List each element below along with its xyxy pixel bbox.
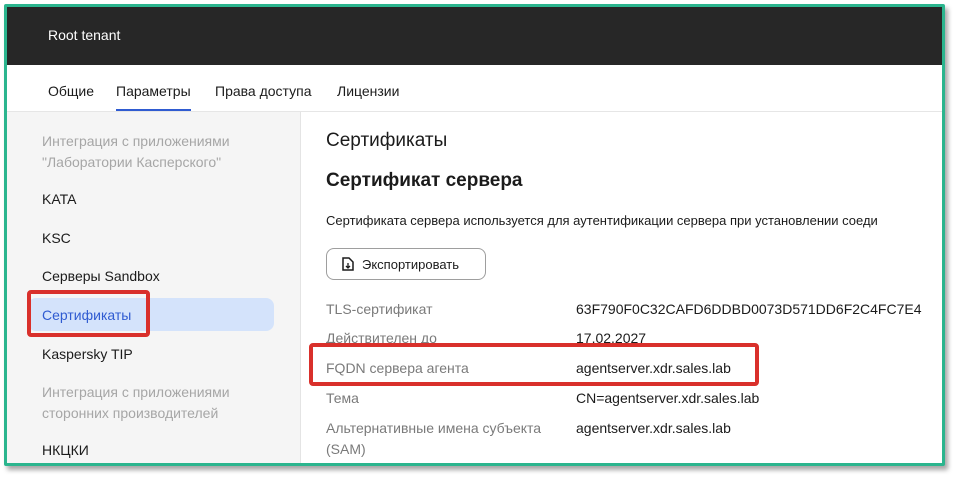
export-file-icon (342, 257, 354, 271)
sidebar-item-kaspersky-tip[interactable]: Kaspersky TIP (42, 346, 133, 362)
field-value-tls: 63F790F0C32CAFD6DDBD0073D571DD6F2C4FC7E4 (576, 301, 922, 317)
field-value-san: agentserver.xdr.sales.lab (576, 420, 731, 436)
sidebar-item-ksc[interactable]: KSC (42, 230, 71, 246)
certificates-highlight-box (27, 290, 150, 337)
sidebar-item-sandbox-servers[interactable]: Серверы Sandbox (42, 268, 160, 284)
app-window: Root tenant Общие Параметры Права доступ… (4, 4, 945, 466)
tab-licenses[interactable]: Лицензии (337, 83, 399, 99)
field-label-san-line: (SAM) (326, 441, 366, 457)
tab-access-rights[interactable]: Права доступа (215, 83, 311, 99)
field-label-san-line: Альтернативные имена субъекта (326, 420, 542, 436)
tab-general[interactable]: Общие (48, 83, 94, 99)
tab-bar: Общие Параметры Права доступа Лицензии (7, 65, 942, 112)
settings-sidebar: Интеграция с приложениями "Лаборатории К… (7, 112, 301, 463)
field-label-san: Альтернативные имена субъекта (SAM) (326, 418, 541, 460)
section-title: Сертификаты (326, 130, 448, 151)
sidebar-item-nkcki[interactable]: НКЦКИ (42, 442, 89, 458)
sidebar-item-kata[interactable]: KATA (42, 191, 77, 207)
description-text: Сертификата сервера используется для аут… (326, 213, 878, 228)
export-button[interactable]: Экспортировать (326, 248, 486, 280)
sidebar-group-kaspersky-integration: Интеграция с приложениями "Лаборатории К… (42, 131, 230, 173)
subsection-title: Сертификат сервера (326, 170, 523, 191)
sidebar-group-label: сторонних производителей (42, 405, 219, 421)
sidebar-group-label: "Лаборатории Касперского" (42, 154, 222, 170)
sidebar-group-third-party-integration: Интеграция с приложениями сторонних прои… (42, 382, 230, 424)
tab-parameters[interactable]: Параметры (116, 83, 191, 111)
field-value-subject: CN=agentserver.xdr.sales.lab (576, 390, 760, 406)
sidebar-group-label: Интеграция с приложениями (42, 384, 230, 400)
field-label-subject: Тема (326, 390, 359, 406)
sidebar-group-label: Интеграция с приложениями (42, 133, 230, 149)
fqdn-highlight-box (309, 343, 759, 386)
tenant-title: Root tenant (48, 27, 121, 43)
field-label-tls: TLS-сертификат (326, 301, 433, 317)
main-content: Сертификаты Сертификат сервера Сертифика… (301, 112, 942, 463)
top-bar: Root tenant (7, 7, 942, 65)
export-button-label: Экспортировать (362, 256, 459, 272)
